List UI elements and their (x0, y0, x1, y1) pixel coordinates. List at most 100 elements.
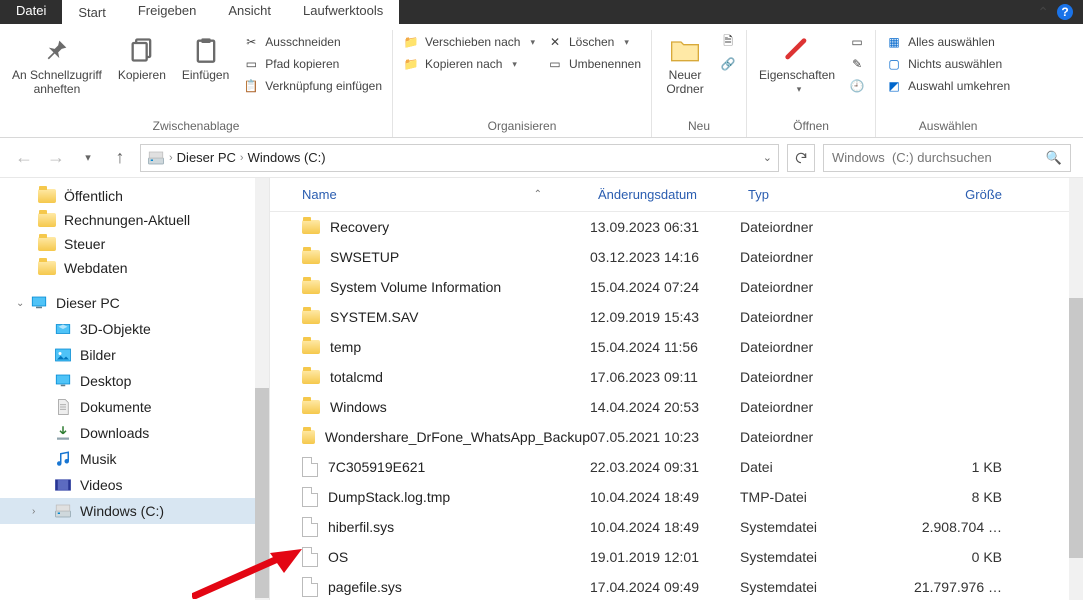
table-row[interactable]: SYSTEM.SAV12.09.2019 15:43Dateiordner (270, 302, 1083, 332)
move-to-button[interactable]: 📁 Verschieben nach (399, 32, 539, 52)
crumb-sep-icon[interactable]: › (169, 152, 173, 164)
tree-item[interactable]: 3D-Objekte (0, 316, 269, 342)
file-size: 8 KB (890, 489, 1010, 505)
new-folder-button[interactable]: Neuer Ordner (658, 32, 712, 98)
cut-button[interactable]: ✂ Ausschneiden (239, 32, 386, 52)
open-button[interactable]: ▭ (845, 32, 869, 52)
paste-shortcut-button[interactable]: 📋 Verknüpfung einfügen (239, 76, 386, 96)
tree-item[interactable]: Desktop (0, 368, 269, 394)
this-pc-icon (30, 294, 48, 312)
search-input[interactable] (832, 150, 1032, 165)
tree-item[interactable]: Bilder (0, 342, 269, 368)
group-label-select: Auswählen (882, 117, 1014, 137)
rename-button[interactable]: ▭ Umbenennen (543, 54, 645, 74)
col-name[interactable]: Name ⌃ (270, 187, 590, 202)
address-history-dropdown[interactable]: ⌄ (763, 151, 772, 164)
table-row[interactable]: totalcmd17.06.2023 09:11Dateiordner (270, 362, 1083, 392)
select-none-icon: ▢ (886, 56, 902, 72)
select-all-button[interactable]: ▦ Alles auswählen (882, 32, 1014, 52)
table-row[interactable]: SWSETUP03.12.2023 14:16Dateiordner (270, 242, 1083, 272)
table-row[interactable]: DumpStack.log.tmp10.04.2024 18:49TMP-Dat… (270, 482, 1083, 512)
edit-button[interactable]: ✎ (845, 54, 869, 74)
easy-access-icon: 🔗 (720, 56, 736, 72)
folder-icon (38, 237, 56, 251)
nav-recent-dropdown[interactable]: ▾ (76, 146, 100, 170)
tree-scroll-thumb[interactable] (255, 388, 269, 598)
new-item-button[interactable]: 🗎 (716, 32, 740, 52)
col-date[interactable]: Änderungsdatum (590, 187, 740, 202)
folder-icon (302, 340, 320, 354)
pin-to-quickaccess-button[interactable]: An Schnellzugriff anheften (6, 32, 108, 98)
file-type: Datei (740, 459, 890, 475)
table-row[interactable]: pagefile.sys17.04.2024 09:49Systemdatei2… (270, 572, 1083, 600)
copy-to-button[interactable]: 📁 Kopieren nach (399, 54, 539, 74)
crumb-current[interactable]: Windows (C:) (248, 150, 326, 165)
tree-item[interactable]: Videos (0, 472, 269, 498)
refresh-button[interactable] (787, 144, 815, 172)
table-row[interactable]: temp15.04.2024 11:56Dateiordner (270, 332, 1083, 362)
list-scrollbar[interactable] (1069, 178, 1083, 600)
tab-file[interactable]: Datei (0, 0, 62, 24)
copy-button[interactable]: Kopieren (112, 32, 172, 84)
ribbon-collapse-icon[interactable]: ⌃ (1037, 4, 1049, 21)
folder-icon (302, 430, 315, 444)
tree-item[interactable]: Webdaten (0, 256, 269, 280)
table-row[interactable]: Wondershare_DrFone_WhatsApp_Backup07.05.… (270, 422, 1083, 452)
tree-item[interactable]: Öffentlich (0, 184, 269, 208)
tab-share[interactable]: Freigeben (122, 0, 213, 24)
table-row[interactable]: OS19.01.2019 12:01Systemdatei0 KB (270, 542, 1083, 572)
tree-item-label: Musik (80, 451, 117, 467)
tree-item-this-pc[interactable]: ⌄Dieser PC (0, 290, 269, 316)
nav-forward-button[interactable]: → (44, 146, 68, 170)
tree-item[interactable]: Rechnungen-Aktuell (0, 208, 269, 232)
tab-drive-tools[interactable]: Laufwerktools (287, 0, 399, 24)
table-row[interactable]: Recovery13.09.2023 06:31Dateiordner (270, 212, 1083, 242)
col-type[interactable]: Typ (740, 187, 890, 202)
help-icon[interactable]: ? (1057, 4, 1073, 20)
copy-to-icon: 📁 (403, 56, 419, 72)
tree-scrollbar[interactable] (255, 178, 269, 600)
file-icon (302, 577, 318, 597)
file-date: 15.04.2024 11:56 (590, 339, 740, 355)
table-row[interactable]: hiberfil.sys10.04.2024 18:49Systemdatei2… (270, 512, 1083, 542)
group-label-new: Neu (658, 117, 740, 137)
copy-path-button[interactable]: ▭ Pfad kopieren (239, 54, 386, 74)
tree-item-label: Öffentlich (64, 188, 123, 204)
table-row[interactable]: Windows14.04.2024 20:53Dateiordner (270, 392, 1083, 422)
group-label-clipboard: Zwischenablage (6, 117, 386, 137)
downloads-icon (54, 424, 72, 442)
tab-home[interactable]: Start (62, 0, 121, 24)
copy-icon (126, 34, 158, 66)
crumb-pc[interactable]: Dieser PC (177, 150, 236, 165)
delete-button[interactable]: ✕ Löschen (543, 32, 645, 52)
file-name: OS (328, 549, 348, 565)
tree-item[interactable]: Steuer (0, 232, 269, 256)
tree-item[interactable]: ›Windows (C:) (0, 498, 269, 524)
table-row[interactable]: System Volume Information15.04.2024 07:2… (270, 272, 1083, 302)
nav-back-button[interactable]: ← (12, 146, 36, 170)
chevron-down-icon[interactable]: ⌄ (16, 298, 24, 309)
file-date: 14.04.2024 20:53 (590, 399, 740, 415)
tree-item[interactable]: Dokumente (0, 394, 269, 420)
col-size[interactable]: Größe (890, 187, 1010, 202)
properties-button[interactable]: Eigenschaften (753, 32, 841, 97)
crumb-sep-icon[interactable]: › (240, 152, 244, 164)
easy-access-button[interactable]: 🔗 (716, 54, 740, 74)
tab-view[interactable]: Ansicht (212, 0, 287, 24)
tree-item[interactable]: Musik (0, 446, 269, 472)
history-button[interactable]: 🕘 (845, 76, 869, 96)
tree-item[interactable]: Downloads (0, 420, 269, 446)
history-icon: 🕘 (849, 78, 865, 94)
file-size: 2.908.704 … (890, 519, 1010, 535)
chevron-right-icon[interactable]: › (32, 506, 35, 517)
invert-selection-button[interactable]: ◩ Auswahl umkehren (882, 76, 1014, 96)
file-date: 10.04.2024 18:49 (590, 489, 740, 505)
address-bar[interactable]: › Dieser PC › Windows (C:) ⌄ (140, 144, 779, 172)
search-box[interactable]: 🔍 (823, 144, 1071, 172)
list-scroll-thumb[interactable] (1069, 298, 1083, 558)
table-row[interactable]: 7C305919E62122.03.2024 09:31Datei1 KB (270, 452, 1083, 482)
tree-item-label: 3D-Objekte (80, 321, 151, 337)
select-none-button[interactable]: ▢ Nichts auswählen (882, 54, 1014, 74)
nav-up-button[interactable]: ↑ (108, 146, 132, 170)
paste-button[interactable]: Einfügen (176, 32, 235, 84)
